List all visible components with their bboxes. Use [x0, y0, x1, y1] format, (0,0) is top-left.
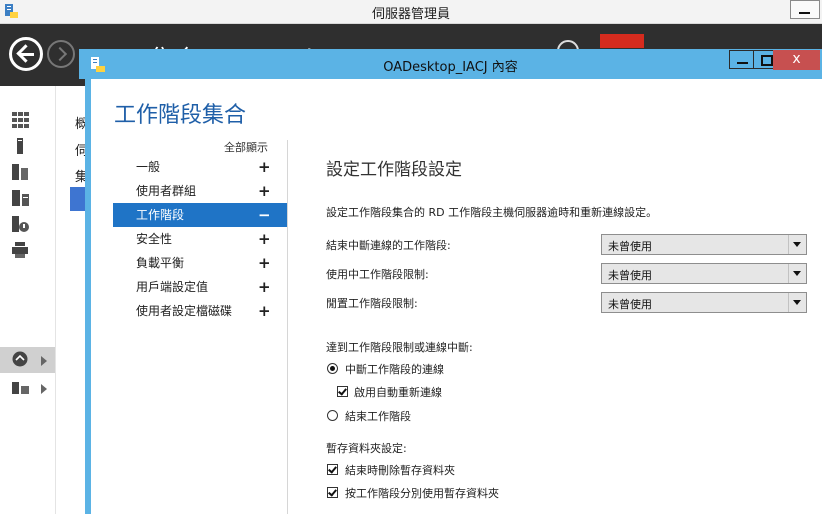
delete-temp-folder-checkbox[interactable] [327, 464, 338, 475]
category-user-profile-disks[interactable]: 使用者設定檔磁碟 + [113, 299, 287, 323]
category-label: 用戶端設定值 [136, 280, 209, 294]
end-disconnected-session-select[interactable]: 未曾使用 [601, 234, 807, 255]
category-label: 一般 [136, 160, 161, 174]
server-manager-titlebar: 伺服器管理員 [0, 0, 822, 24]
dropdown-arrow-icon[interactable] [788, 264, 806, 283]
dropdown-arrow-icon[interactable] [788, 235, 806, 254]
category-user-groups[interactable]: 使用者群組 + [113, 179, 287, 203]
iis-icon[interactable] [12, 216, 30, 232]
dialog-titlebar: OADesktop_IACJ 內容 x [79, 49, 822, 79]
minimize-icon [799, 12, 810, 14]
dialog-minimize-button[interactable] [729, 50, 755, 69]
category-general[interactable]: 一般 + [113, 155, 287, 179]
active-session-limit-select[interactable]: 未曾使用 [601, 263, 807, 284]
category-security[interactable]: 安全性 + [113, 227, 287, 251]
server-manager-sidebar [0, 86, 56, 514]
dialog-heading: 工作階段集合 [114, 103, 247, 128]
per-session-temp-folder-checkbox-label[interactable]: 按工作階段分別使用暫存資料夾 [345, 485, 499, 501]
dialog-close-button[interactable]: x [773, 50, 820, 70]
auto-reconnect-checkbox-label[interactable]: 啟用自動重新連線 [354, 384, 442, 400]
dialog-title: OADesktop_IACJ 內容 [383, 60, 518, 75]
minimize-icon [737, 62, 748, 64]
disconnect-session-radio-label[interactable]: 中斷工作階段的連線 [345, 361, 444, 377]
end-disconnected-session-label: 結束中斷連線的工作階段: [326, 239, 451, 252]
end-session-radio-label[interactable]: 結束工作階段 [345, 408, 411, 424]
category-label: 使用者群組 [136, 184, 197, 198]
section-title: 設定工作階段設定 [326, 160, 462, 180]
select-value: 未曾使用 [608, 240, 652, 253]
forward-button[interactable] [47, 40, 75, 68]
category-session[interactable]: 工作階段 − [113, 203, 287, 227]
category-divider [287, 140, 288, 514]
select-value: 未曾使用 [608, 269, 652, 282]
category-label: 使用者設定檔磁碟 [136, 304, 233, 318]
end-session-radio[interactable] [327, 410, 338, 421]
dashboard-icon[interactable] [12, 112, 30, 128]
delete-temp-folder-checkbox-label[interactable]: 結束時刪除暫存資料夾 [345, 462, 455, 478]
collapse-minus-icon: − [258, 206, 271, 224]
expand-plus-icon: + [258, 230, 271, 248]
disconnect-session-radio[interactable] [327, 363, 338, 374]
server-manager-minimize-button[interactable] [790, 0, 820, 19]
category-client-settings[interactable]: 用戶端設定值 + [113, 275, 287, 299]
active-session-limit-label: 使用中工作階段限制: [326, 268, 429, 281]
file-storage-expand-arrow-icon[interactable] [41, 384, 47, 394]
temp-folder-settings-label: 暫存資料夾設定: [326, 442, 407, 455]
expand-plus-icon: + [258, 302, 271, 320]
category-label: 工作階段 [136, 208, 185, 222]
category-label: 負載平衡 [136, 256, 185, 270]
back-button[interactable] [9, 37, 43, 71]
close-icon: x [792, 51, 801, 67]
server-manager-title: 伺服器管理員 [371, 7, 450, 22]
select-value: 未曾使用 [608, 298, 652, 311]
auto-reconnect-checkbox[interactable] [337, 386, 348, 397]
expand-plus-icon: + [258, 254, 271, 272]
remote-desktop-services-icon [12, 351, 28, 367]
all-servers-icon[interactable] [12, 164, 30, 180]
idle-session-limit-select[interactable]: 未曾使用 [601, 292, 807, 313]
section-description: 設定工作階段集合的 RD 工作階段主機伺服器逾時和重新連線設定。 [326, 206, 658, 219]
print-services-icon[interactable] [12, 242, 30, 258]
file-storage-icon[interactable] [12, 190, 30, 206]
maximize-icon [761, 55, 773, 66]
per-session-temp-folder-checkbox[interactable] [327, 487, 338, 498]
remote-desktop-expand-arrow-icon[interactable] [41, 356, 47, 366]
category-load-balancing[interactable]: 負載平衡 + [113, 251, 287, 275]
local-server-icon[interactable] [12, 138, 30, 154]
expand-plus-icon: + [258, 158, 271, 176]
notifications-flag-icon[interactable] [600, 34, 644, 48]
file-and-storage-services-icon[interactable] [12, 380, 30, 396]
dropdown-arrow-icon[interactable] [788, 293, 806, 312]
expand-plus-icon: + [258, 182, 271, 200]
expand-plus-icon: + [258, 278, 271, 296]
category-label: 安全性 [136, 232, 173, 246]
limit-reached-group-label: 達到工作階段限制或連線中斷: [326, 341, 473, 354]
idle-session-limit-label: 閒置工作階段限制: [326, 297, 418, 310]
show-all-link[interactable]: 全部顯示 [224, 139, 268, 155]
